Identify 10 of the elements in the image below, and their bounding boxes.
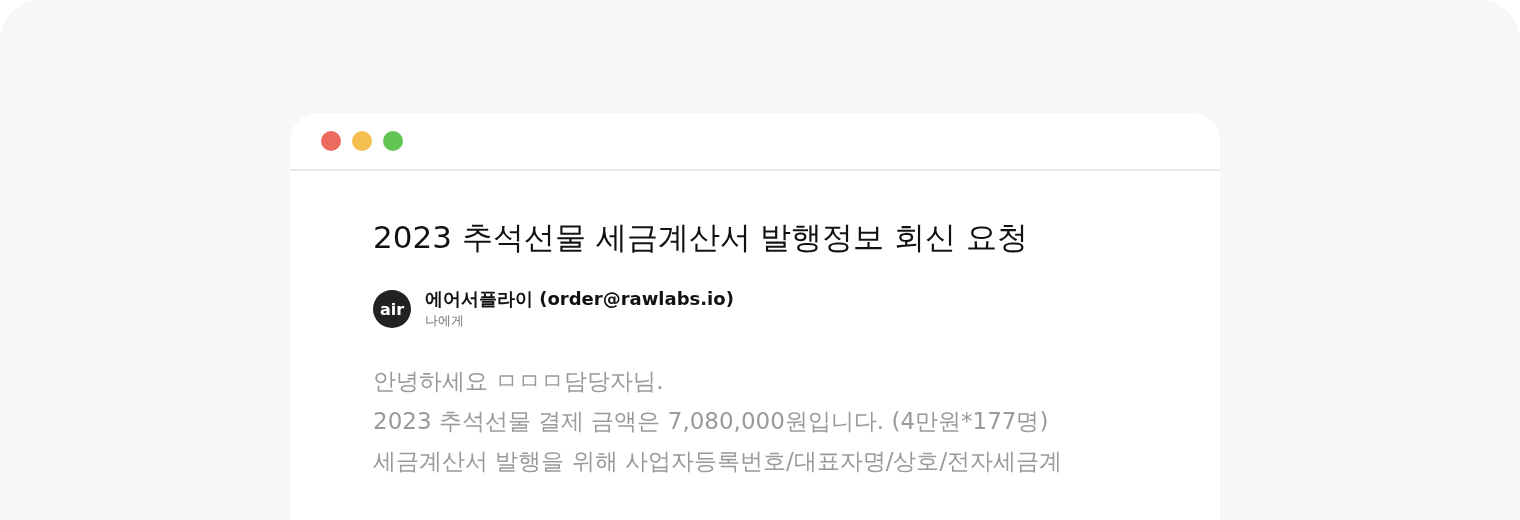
- body-text: 2023 추석선물 결제 금액은 7,080,000원입니다. (4만원*177명): [373, 407, 1049, 436]
- maximize-button[interactable]: [383, 131, 403, 151]
- recipient-label: 나에게: [425, 312, 465, 330]
- body-text: 세금계산서 발행을 위해 사업자등록번호/대표자명/상호/전자세금계: [373, 447, 1063, 476]
- sender-avatar: air: [373, 290, 411, 328]
- sender-name: 에어서플라이 (order@rawlabs.io): [425, 287, 734, 311]
- email-subject: 2023 추석선물 세금계산서 발행정보 회신 요청: [373, 218, 1030, 257]
- body-text: 안녕하세요 ㅁㅁㅁ담당자님.: [373, 367, 664, 396]
- close-button[interactable]: [321, 131, 341, 151]
- minimize-button[interactable]: [352, 131, 372, 151]
